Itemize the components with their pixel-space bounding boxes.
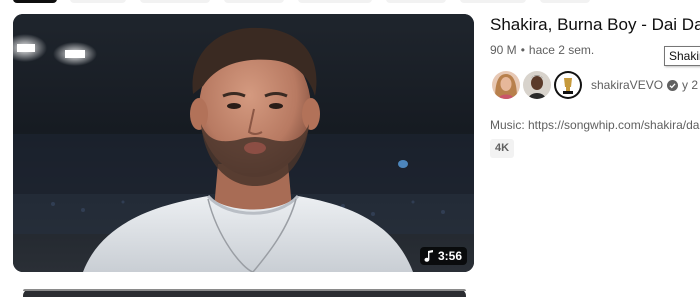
avatar-burna-boy[interactable] (521, 69, 553, 101)
top-chip[interactable] (386, 0, 446, 3)
view-count: 90 M (490, 43, 517, 57)
duration-badge: 3:56 (419, 247, 467, 265)
title-tooltip: Shakira (664, 46, 700, 66)
youtube-search-result: 3:56 Shakira, Burna Boy - Dai Dai ( 90 M… (0, 0, 700, 297)
meta-separator: • (520, 43, 525, 57)
music-note-icon (424, 250, 434, 262)
channel-row: shakiraVEVO y 2 r (490, 68, 700, 102)
video-title[interactable]: Shakira, Burna Boy - Dai Dai ( (490, 14, 700, 36)
top-chip-row (0, 0, 700, 6)
avatar-shakira[interactable] (490, 69, 522, 101)
quality-badge: 4K (490, 139, 515, 158)
top-chip[interactable] (460, 0, 526, 3)
next-video-thumbnail[interactable] (23, 289, 466, 297)
top-chip[interactable] (70, 0, 126, 3)
top-chip[interactable] (224, 0, 284, 3)
channel-collaborators[interactable]: y 2 r (682, 78, 700, 92)
upload-age: hace 2 sem. (528, 43, 595, 57)
top-chip[interactable] (140, 0, 210, 3)
top-chip[interactable] (298, 0, 372, 3)
top-chip[interactable] (540, 0, 590, 3)
channel-name-link[interactable]: shakiraVEVO (591, 78, 679, 92)
video-thumbnail-image (13, 14, 474, 272)
verified-check-icon (667, 79, 679, 91)
duration-text: 3:56 (437, 249, 462, 263)
video-thumbnail-link[interactable]: 3:56 (13, 14, 474, 272)
channel-name: shakiraVEVO (591, 78, 664, 92)
description-snippet: Music: https://songwhip.com/shakira/dai-… (490, 118, 700, 132)
top-chip-active[interactable] (13, 0, 57, 3)
avatar-vevo-channel[interactable] (552, 69, 584, 101)
